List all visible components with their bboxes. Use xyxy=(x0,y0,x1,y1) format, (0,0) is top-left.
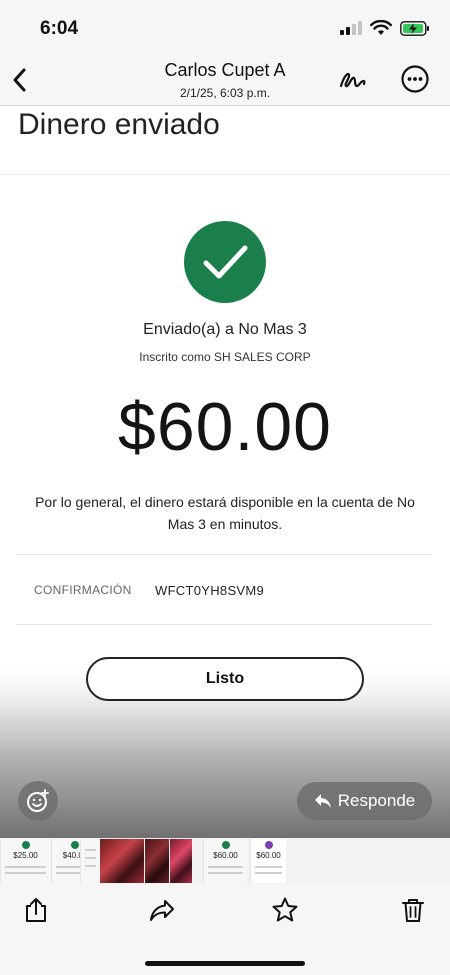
thumbnail-text-line xyxy=(5,866,46,868)
reply-button[interactable]: Responde xyxy=(297,782,432,820)
amount-sent: $60.00 xyxy=(118,389,332,465)
thumbnail[interactable]: $60.00 xyxy=(203,839,247,883)
thumbnail-check-dot xyxy=(264,841,273,849)
star-icon xyxy=(272,897,298,922)
conversation-title: Carlos Cupet A xyxy=(164,60,286,80)
battery-charging-icon xyxy=(400,20,429,36)
page-heading: Dinero enviado xyxy=(18,108,220,141)
favorite-button[interactable] xyxy=(271,896,299,924)
thumbnail-amount: $25.00 xyxy=(13,851,38,860)
thumbnail-text-line xyxy=(5,872,46,874)
confirmation-label: CONFIRMACIÓN xyxy=(34,583,132,597)
thumbnail-amount: $60.00 xyxy=(256,851,281,860)
thumbnail[interactable] xyxy=(80,839,100,883)
divider xyxy=(0,174,450,175)
checkmark-icon xyxy=(203,245,248,279)
more-options-button[interactable] xyxy=(400,64,430,94)
status-time: 6:04 xyxy=(40,18,79,39)
thumbnail-amount: $60.00 xyxy=(213,851,238,860)
thumbnail-text-line xyxy=(208,872,243,874)
smiley-plus-icon xyxy=(27,789,49,812)
thumbnail-text-line xyxy=(85,849,96,851)
status-bar: 6:04 xyxy=(0,0,450,56)
cellular-signal-icon xyxy=(340,21,362,35)
success-badge xyxy=(184,221,266,303)
confirmation-number: WFCT0YH8SVM9 xyxy=(155,583,265,598)
photo-thumbnail-strip: $25.00 $40.00 $60.00 $60.00 xyxy=(0,838,450,884)
receipt-screenshot: Dinero enviado Enviado(a) a No Mas 3 Ins… xyxy=(0,106,450,838)
thumbnail-text-line xyxy=(208,866,243,868)
recipient-text: Enviado(a) a No Mas 3 xyxy=(143,321,307,338)
trash-icon xyxy=(402,899,424,922)
bottom-toolbar xyxy=(0,884,450,975)
reply-label: Responde xyxy=(337,791,416,810)
thumbnail[interactable] xyxy=(100,839,144,883)
forward-icon xyxy=(150,900,174,921)
message-timestamp: 2/1/25, 6:03 p.m. xyxy=(179,86,271,100)
divider xyxy=(16,624,432,625)
thumbnail[interactable]: $25.00 xyxy=(0,839,50,883)
ellipsis-circle-icon xyxy=(401,65,429,93)
navigation-bar: Carlos Cupet A 2/1/25, 6:03 p.m. xyxy=(0,56,450,106)
tapback-button[interactable] xyxy=(18,781,58,821)
share-icon xyxy=(26,898,46,922)
thumbnail[interactable] xyxy=(145,839,169,883)
thumbnail-selected[interactable]: $60.00 xyxy=(250,839,286,883)
markup-button[interactable] xyxy=(338,64,368,94)
thumbnail-check-dot xyxy=(21,841,30,849)
thumbnail[interactable] xyxy=(170,839,192,883)
status-icons xyxy=(340,20,430,36)
signature-icon xyxy=(339,72,366,88)
thumbnail-text-line xyxy=(85,865,96,867)
thumbnail-text-line xyxy=(255,866,282,868)
share-button[interactable] xyxy=(22,896,50,924)
delete-button[interactable] xyxy=(399,896,427,924)
wifi-icon xyxy=(370,20,392,35)
enrolled-as-text: Inscrito como SH SALES CORP xyxy=(139,350,311,364)
reply-arrow-icon xyxy=(314,794,331,808)
divider xyxy=(16,554,432,555)
thumbnail-check-dot xyxy=(71,841,79,849)
home-indicator xyxy=(145,961,305,966)
thumbnail-text-line xyxy=(255,872,282,874)
forward-button[interactable] xyxy=(148,896,176,924)
thumbnail-check-dot xyxy=(221,841,230,849)
thumbnail-text-line xyxy=(85,857,96,859)
availability-note: Por lo general, el dinero estará disponi… xyxy=(35,494,415,532)
done-button[interactable]: Listo xyxy=(86,657,364,701)
